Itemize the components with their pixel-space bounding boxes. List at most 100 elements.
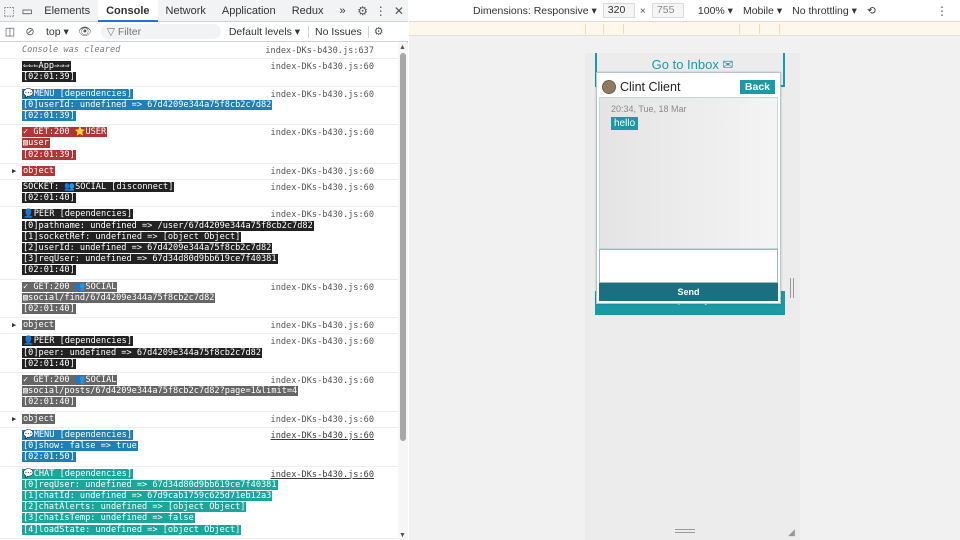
console-scrollbar[interactable]: ▲ ▼ bbox=[398, 43, 408, 540]
zoom-label: 100% bbox=[697, 4, 725, 17]
source-link[interactable]: index-DKs-b430.js:60 bbox=[271, 128, 374, 138]
send-button[interactable]: Send bbox=[599, 283, 778, 301]
expand-triangle-icon[interactable]: ▶ bbox=[12, 321, 16, 329]
resize-handle-right[interactable] bbox=[790, 278, 794, 298]
go-to-inbox-link[interactable]: Go to Inbox ✉ bbox=[585, 57, 800, 73]
tab-console[interactable]: Console bbox=[98, 0, 158, 22]
message-bubble: hello bbox=[611, 117, 639, 130]
source-link[interactable]: index-DKs-b430.js:60 bbox=[271, 415, 374, 425]
console-message: index-DKs-b430.js:60 ⇐⇐⇐App⇒⇒⇒ [02:01:39… bbox=[0, 59, 398, 87]
kebab-menu-icon[interactable]: ⋮ bbox=[372, 4, 390, 18]
log-line: [4]loadState: undefined => [object Objec… bbox=[22, 524, 242, 535]
width-input[interactable]: 320 bbox=[602, 3, 635, 18]
source-link[interactable]: index-DKs-b430.js:60 bbox=[271, 431, 374, 441]
inspect-element-icon[interactable]: ⬚ bbox=[0, 0, 18, 22]
source-link[interactable]: index-DKs-b430.js:60 bbox=[271, 90, 374, 100]
sidebar-toggle-icon[interactable]: ◫ bbox=[0, 25, 20, 38]
device-more-icon[interactable]: ⋮ bbox=[936, 4, 948, 18]
log-line: [0]peer: undefined => 67d4209e344a75f8cb… bbox=[22, 347, 262, 358]
source-link[interactable]: index-DKs-b430.js:60 bbox=[271, 337, 374, 347]
dimensions-dropdown[interactable]: Dimensions: Responsive ▾ bbox=[473, 5, 597, 17]
height-input[interactable]: 755 bbox=[651, 3, 684, 18]
source-link[interactable]: index-DKs-b430.js:637 bbox=[265, 46, 374, 56]
log-timestamp: [02:01:40] bbox=[22, 397, 76, 408]
expand-triangle-icon[interactable]: ▶ bbox=[12, 415, 16, 423]
resize-handle-bottom[interactable] bbox=[675, 529, 695, 533]
tab-application[interactable]: Application bbox=[214, 0, 284, 22]
log-line: [2]chatAlerts: undefined => [object Obje… bbox=[22, 502, 247, 513]
device-type-dropdown[interactable]: Mobile ▾ bbox=[743, 5, 782, 17]
source-link[interactable]: index-DKs-b430.js:60 bbox=[271, 210, 374, 220]
resize-corner-icon[interactable]: ◢ bbox=[788, 527, 795, 538]
inbox-link-label: Go to Inbox bbox=[651, 57, 719, 72]
log-line: [3]chatIsTemp: undefined => false bbox=[22, 513, 195, 524]
rotate-icon[interactable]: ⟲ bbox=[867, 5, 876, 17]
log-timestamp: [02:01:50] bbox=[22, 452, 76, 463]
tab-redux[interactable]: Redux bbox=[284, 0, 332, 22]
more-tabs-button[interactable]: » bbox=[331, 0, 353, 22]
log-line: [0]show: false => true bbox=[22, 441, 138, 452]
log-timestamp: [02:01:40] bbox=[22, 265, 76, 276]
console-message: index-DKs-b430.js:60 SOCKET: 👥SOCIAL [di… bbox=[0, 180, 398, 208]
log-object[interactable]: object bbox=[22, 320, 56, 331]
log-line: [1]socketRef: undefined => [object Objec… bbox=[22, 231, 242, 242]
console-message[interactable]: ▶ index-DKs-b430.js:60 object bbox=[0, 164, 398, 181]
close-devtools-icon[interactable]: ✕ bbox=[390, 4, 408, 18]
inbox-icon: ✉ bbox=[722, 57, 734, 72]
ruler-tick bbox=[779, 24, 780, 34]
console-message[interactable]: ▶ index-DKs-b430.js:60 object bbox=[0, 412, 398, 428]
settings-gear-icon[interactable]: ⚙ bbox=[354, 4, 372, 18]
log-timestamp: [02:01:39] bbox=[22, 72, 76, 83]
device-toggle-icon[interactable]: ▭ bbox=[18, 0, 36, 22]
zoom-dropdown[interactable]: 100% ▾ bbox=[698, 5, 733, 17]
tab-elements[interactable]: Elements bbox=[36, 0, 98, 22]
expand-triangle-icon[interactable]: ▶ bbox=[12, 167, 16, 175]
log-line: ▧social/find/67d4209e344a75f8cb2c7d82 bbox=[22, 292, 216, 303]
tab-network[interactable]: Network bbox=[158, 0, 214, 22]
devtools-tabbar: ⬚ ▭ Elements Console Network Application… bbox=[0, 0, 408, 22]
ruler-tick bbox=[585, 24, 586, 34]
back-button[interactable]: Back bbox=[739, 80, 775, 94]
clear-console-icon[interactable]: ⊘ bbox=[20, 25, 40, 38]
log-object[interactable]: object bbox=[22, 165, 56, 176]
devtools-panel: ⬚ ▭ Elements Console Network Application… bbox=[0, 0, 408, 540]
console-output: index-DKs-b430.js:637 Console was cleare… bbox=[0, 43, 398, 540]
source-link[interactable]: index-DKs-b430.js:60 bbox=[271, 283, 374, 293]
console-message: index-DKs-b430.js:60 💬MENU [dependencies… bbox=[0, 87, 398, 126]
console-message: index-DKs-b430.js:60 ✓ GET:200 ⭐USER ▧us… bbox=[0, 125, 398, 164]
scroll-down-arrow-icon[interactable]: ▼ bbox=[399, 532, 406, 539]
ruler-tick bbox=[759, 24, 760, 34]
source-link[interactable]: index-DKs-b430.js:60 bbox=[271, 183, 374, 193]
console-message: index-DKs-b430.js:637 Console was cleare… bbox=[0, 43, 398, 60]
media-query-ruler bbox=[409, 22, 960, 36]
chat-window: Clint Client Back 20:34, Tue, 18 Mar hel… bbox=[596, 72, 781, 304]
source-link[interactable]: index-DKs-b430.js:60 bbox=[271, 62, 374, 72]
context-selector[interactable]: top ▾ bbox=[40, 26, 75, 38]
log-object[interactable]: object bbox=[22, 413, 56, 424]
message-input[interactable] bbox=[599, 249, 778, 283]
source-link[interactable]: index-DKs-b430.js:60 bbox=[271, 167, 374, 177]
source-link[interactable]: index-DKs-b430.js:60 bbox=[271, 376, 374, 386]
dimensions-label: Dimensions: Responsive bbox=[473, 4, 589, 17]
throttling-dropdown[interactable]: No throttling ▾ bbox=[792, 5, 857, 17]
console-message: index-DKs-b430.js:60 👤PEER [dependencies… bbox=[0, 207, 398, 280]
times-sign: × bbox=[639, 4, 646, 17]
source-link[interactable]: index-DKs-b430.js:60 bbox=[271, 470, 374, 480]
filter-input[interactable]: ▽ Filter bbox=[100, 24, 221, 39]
live-expression-eye-icon[interactable]: 👁 bbox=[75, 25, 95, 38]
log-line: [0]reqUser: undefined => 67d34d80d9bb619… bbox=[22, 479, 278, 490]
log-timestamp: [02:01:39] bbox=[22, 149, 76, 160]
log-timestamp: [02:01:40] bbox=[22, 304, 76, 315]
log-levels-label: Default levels bbox=[228, 25, 292, 38]
issues-counter[interactable]: No Issues bbox=[315, 25, 369, 38]
source-link[interactable]: index-DKs-b430.js:60 bbox=[271, 321, 374, 331]
log-levels-dropdown[interactable]: Default levels ▾ bbox=[228, 25, 310, 38]
console-message[interactable]: ▶ index-DKs-b430.js:60 object bbox=[0, 318, 398, 335]
scroll-up-arrow-icon[interactable]: ▲ bbox=[399, 44, 406, 51]
scrollbar-thumb[interactable] bbox=[400, 53, 406, 441]
console-settings-gear-icon[interactable]: ⚙ bbox=[369, 25, 389, 38]
console-message: index-DKs-b430.js:60 👤PEER [dependencies… bbox=[0, 334, 398, 374]
log-line: 💬MENU [dependencies] bbox=[22, 88, 134, 99]
filter-placeholder: Filter bbox=[117, 25, 142, 38]
log-timestamp: [02:01:40] bbox=[22, 358, 76, 369]
